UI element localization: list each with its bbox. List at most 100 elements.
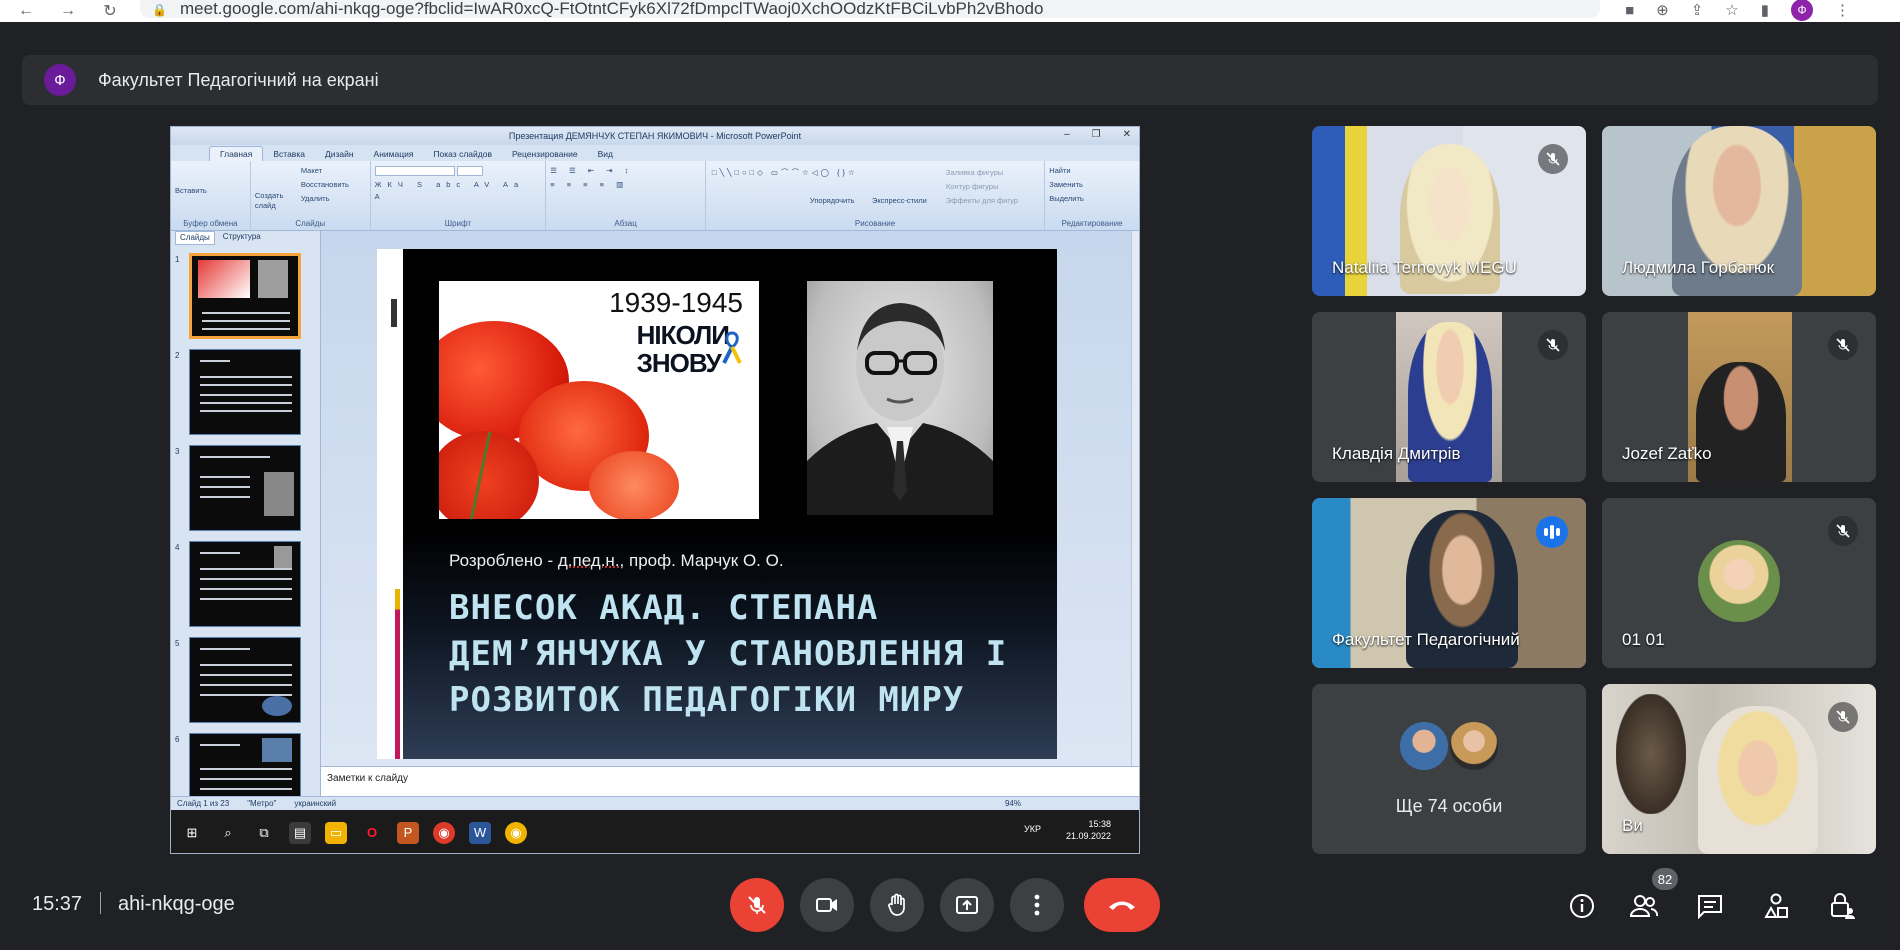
shape-effects-button[interactable]: Эффекты для фигур (946, 195, 1018, 207)
ribbon-tab-design[interactable]: Дизайн (315, 147, 364, 161)
font-name-box[interactable] (374, 166, 455, 177)
participant-tile[interactable]: Jozef Zaťko (1602, 312, 1876, 482)
ribbon-tab-view[interactable]: Вид (588, 147, 623, 161)
shapes-gallery[interactable]: □╲╲□○□◇ ▭⌒⌒☆◁◯ {}☆ (712, 167, 858, 179)
people-button[interactable] (1628, 890, 1660, 922)
leave-call-button[interactable] (1084, 878, 1160, 932)
taskbar-language[interactable]: УКР (1024, 824, 1041, 834)
credit-prefix: Розроблено - (449, 551, 558, 570)
pane-tab-slides[interactable]: Слайды (175, 231, 215, 245)
back-icon[interactable]: ← (8, 2, 44, 20)
delete-button[interactable]: Удалить (301, 193, 366, 205)
ribbon-group-label: Абзац (614, 219, 637, 228)
thumb-portrait (274, 546, 292, 568)
browser-actions: ■ ⊕ ⇪ ☆ ▮ Ф ⋮ (1625, 0, 1850, 21)
list-buttons[interactable]: ☰ ☰ ⇤ ⇥ ↕ (550, 165, 701, 177)
kebab-menu-icon[interactable]: ⋮ (1835, 1, 1850, 19)
ribbon-tab-slideshow[interactable]: Показ слайдов (423, 147, 502, 161)
reload-icon[interactable]: ↻ (92, 1, 128, 21)
slide-credit: Розроблено - д.пед.н., проф. Марчук О. О… (449, 551, 784, 571)
replace-button[interactable]: Заменить (1049, 179, 1135, 191)
create-slide-button[interactable]: Создать слайд (255, 191, 295, 211)
slide-counter: Слайд 1 из 23 (177, 799, 230, 808)
star-icon[interactable]: ☆ (1725, 1, 1738, 19)
ribbon-tab-review[interactable]: Рецензирование (502, 147, 588, 161)
sidebar-icon[interactable]: ▮ (1761, 1, 1769, 19)
slide-thumbnail-3[interactable] (189, 445, 301, 531)
paste-button[interactable]: Вставить (175, 185, 246, 197)
task-view-icon[interactable]: ⧉ (253, 822, 275, 844)
thumb-number: 4 (175, 543, 180, 552)
slide-thumbnail-2[interactable] (189, 349, 301, 435)
poster-motto: НІКОЛИ ЗНОВУ (637, 321, 730, 377)
slide-thumbnail-1[interactable] (189, 253, 301, 339)
express-styles-button[interactable]: Экспресс-стили (872, 195, 927, 207)
shape-fill-button[interactable]: Заливка фигуры (946, 167, 1003, 179)
current-slide[interactable]: 1939-1945 НІКОЛИ ЗНОВУ Розроблено - д.пе… (377, 249, 1057, 759)
select-button[interactable]: Выделить (1049, 193, 1135, 205)
participant-tile-active-speaker[interactable]: Факультет Педагогічний (1312, 498, 1586, 668)
windows-start-icon[interactable]: ⊞ (181, 822, 203, 844)
profile-avatar[interactable]: Ф (1791, 0, 1813, 21)
align-buttons[interactable]: ≡ ≡ ≡ ≡ ▥ (550, 179, 701, 191)
more-participants-tile[interactable]: Ще 74 особи (1312, 684, 1586, 854)
chat-button[interactable] (1694, 890, 1726, 922)
forward-icon[interactable]: → (50, 2, 86, 20)
font-format-buttons[interactable]: ЖКЧ S abc AV Aa A (375, 179, 542, 201)
chrome-icon[interactable]: ◉ (433, 821, 455, 844)
file-explorer-icon[interactable]: ▭ (325, 821, 347, 844)
chrome-alt-icon[interactable]: ◉ (505, 821, 527, 844)
slide-notes[interactable]: Заметки к слайду (321, 766, 1139, 796)
find-button[interactable]: Найти (1049, 165, 1135, 177)
raise-hand-button[interactable] (870, 878, 924, 932)
thumb-number: 3 (175, 447, 180, 456)
word-icon[interactable]: W (469, 821, 491, 844)
maximize-icon[interactable]: ❐ (1092, 129, 1101, 140)
meeting-details-button[interactable] (1566, 890, 1598, 922)
address-bar[interactable]: 🔒 meet.google.com/ahi-nkqg-oge?fbclid=Iw… (140, 0, 1600, 18)
close-icon[interactable]: ✕ (1123, 129, 1131, 140)
powerpoint-icon[interactable]: P (397, 821, 419, 844)
zoom-icon[interactable]: ⊕ (1656, 1, 1669, 19)
participant-avatar (1448, 720, 1500, 772)
slide-thumbnail-6[interactable] (189, 733, 301, 796)
search-icon[interactable]: ⌕ (217, 822, 239, 844)
ribbon-tab-home[interactable]: Главная (209, 146, 264, 161)
ribbon-tab-animation[interactable]: Анимация (364, 147, 424, 161)
mic-off-icon (748, 896, 766, 914)
meeting-code[interactable]: ahi-nkqg-oge (118, 893, 235, 916)
host-controls-button[interactable] (1826, 890, 1858, 922)
presenter-banner-text: Факультет Педагогічний на екрані (98, 69, 379, 90)
taskbar-time: 15:38 (1088, 819, 1111, 829)
arrange-button[interactable]: Упорядочить (810, 195, 855, 207)
minimize-icon[interactable]: – (1064, 129, 1070, 140)
restore-button[interactable]: Восстановить (301, 179, 366, 191)
language-status: украинский (294, 799, 337, 808)
participant-tile[interactable]: Людмила Горбатюк (1602, 126, 1876, 296)
opera-icon[interactable]: O (361, 822, 383, 844)
font-size-box[interactable] (456, 166, 483, 177)
microphone-toggle-button[interactable] (730, 878, 784, 932)
participant-tile[interactable]: 01 01 (1602, 498, 1876, 668)
share-icon[interactable]: ⇪ (1691, 1, 1704, 19)
camera-icon[interactable]: ■ (1625, 2, 1634, 19)
pane-tab-outline[interactable]: Структура (219, 231, 265, 245)
present-screen-button[interactable] (940, 878, 994, 932)
activities-button[interactable] (1760, 890, 1792, 922)
ribbon-tab-insert[interactable]: Вставка (263, 147, 315, 161)
camera-toggle-button[interactable] (800, 878, 854, 932)
participant-tile[interactable]: Nataliia Ternovyk MEGU (1312, 126, 1586, 296)
more-options-button[interactable] (1010, 878, 1064, 932)
store-icon[interactable]: ▤ (289, 821, 311, 844)
slide-thumbnail-4[interactable] (189, 541, 301, 627)
self-view-tile[interactable]: Ви (1602, 684, 1876, 854)
zoom-level[interactable]: 94% (1005, 799, 1021, 808)
thumb-number: 1 (175, 255, 180, 264)
shape-outline-button[interactable]: Контур фигуры (946, 181, 998, 193)
layout-button[interactable]: Макет (301, 165, 366, 177)
slide-thumbnail-5[interactable] (189, 637, 301, 723)
participant-name: Клавдія Дмитрів (1332, 444, 1461, 463)
slide-scrollbar[interactable] (1131, 231, 1139, 796)
participant-tile[interactable]: Клавдія Дмитрів (1312, 312, 1586, 482)
font-controls (374, 165, 542, 177)
